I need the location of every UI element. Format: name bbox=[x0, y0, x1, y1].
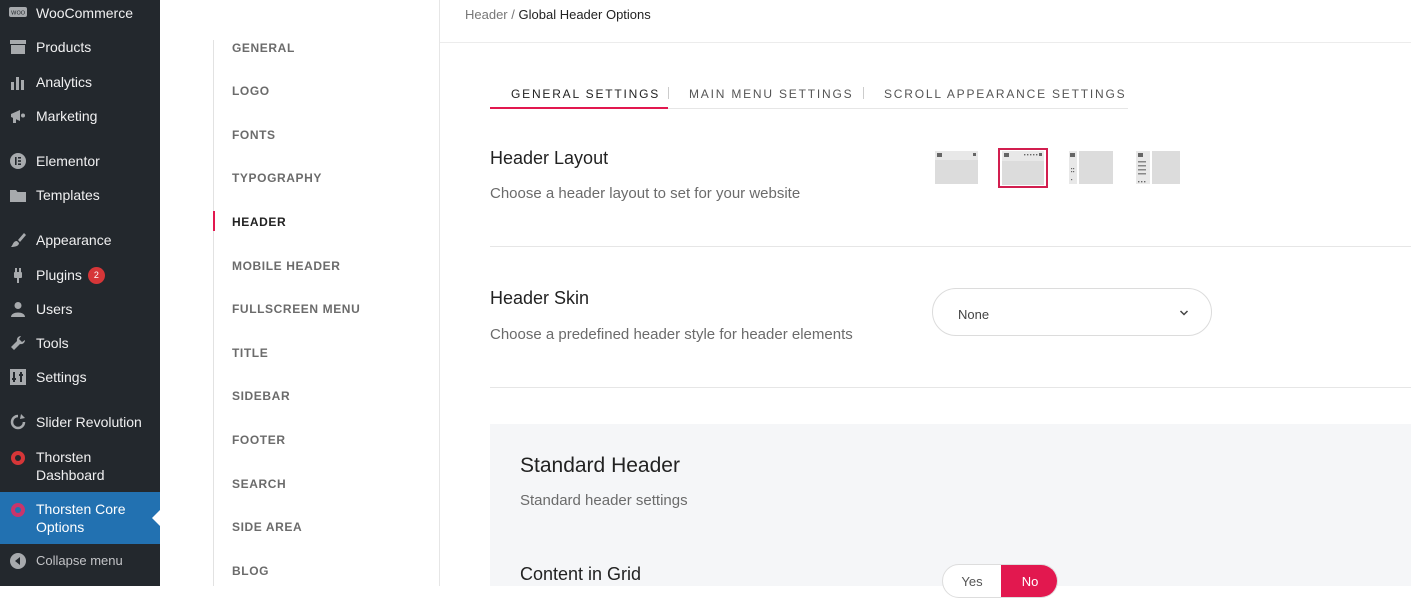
thorsten-icon bbox=[9, 501, 27, 519]
menu-item-woocommerce[interactable]: WOO WooCommerce bbox=[0, 4, 160, 22]
breadcrumb-separator: / bbox=[511, 7, 515, 22]
header-skin-value: None bbox=[958, 307, 990, 322]
nav-item-mobile-header[interactable]: MOBILE HEADER bbox=[232, 259, 340, 273]
tab-general-settings[interactable]: GENERAL SETTINGS bbox=[511, 87, 660, 101]
layout-option-standard[interactable] bbox=[933, 148, 983, 188]
menu-item-marketing[interactable]: Marketing bbox=[0, 107, 160, 125]
wrench-icon bbox=[9, 334, 27, 352]
nav-item-fullscreen-menu[interactable]: FULLSCREEN MENU bbox=[232, 302, 360, 316]
tab-scroll-appearance-settings[interactable]: SCROLL APPEARANCE SETTINGS bbox=[884, 87, 1126, 101]
breadcrumb: Header / Global Header Options bbox=[465, 7, 651, 22]
elementor-icon bbox=[9, 152, 27, 170]
refresh-icon bbox=[9, 413, 27, 431]
user-icon bbox=[9, 300, 27, 318]
breadcrumb-parent[interactable]: Header bbox=[465, 7, 508, 22]
menu-item-users[interactable]: Users bbox=[0, 300, 160, 318]
content-in-grid-label: Content in Grid bbox=[520, 564, 642, 584]
nav-item-fonts[interactable]: FONTS bbox=[232, 128, 276, 142]
nav-item-blog[interactable]: BLOG bbox=[232, 564, 269, 578]
settings-tabs: GENERAL SETTINGS MAIN MENU SETTINGS SCRO… bbox=[490, 84, 1128, 109]
main-content: Header / Global Header Options GENERAL S… bbox=[440, 0, 1411, 598]
standard-header-title: Standard Header bbox=[520, 454, 680, 477]
active-tab-underline bbox=[490, 107, 668, 109]
menu-item-thorsten-core-options[interactable]: Thorsten Core Options bbox=[0, 492, 160, 544]
options-nav: GENERAL LOGO FONTS TYPOGRAPHY HEADER MOB… bbox=[160, 0, 440, 586]
menu-item-products[interactable]: Products bbox=[0, 38, 160, 56]
menu-item-elementor[interactable]: Elementor bbox=[0, 152, 160, 170]
menu-item-settings[interactable]: Settings bbox=[0, 368, 160, 386]
menu-item-appearance[interactable]: Appearance bbox=[0, 231, 160, 249]
woo-icon: WOO bbox=[9, 4, 27, 22]
nav-item-search[interactable]: SEARCH bbox=[232, 477, 286, 491]
marketing-icon bbox=[9, 107, 27, 125]
header-skin-select[interactable]: None bbox=[932, 288, 1212, 336]
nav-item-footer[interactable]: FOOTER bbox=[232, 433, 286, 447]
collapse-menu-button[interactable]: Collapse menu bbox=[0, 552, 160, 570]
nav-item-header[interactable]: HEADER bbox=[232, 215, 286, 229]
thorsten-icon bbox=[9, 449, 27, 467]
toggle-yes-option[interactable]: Yes bbox=[943, 565, 1001, 597]
layout-option-divided[interactable] bbox=[998, 148, 1048, 188]
plugin-icon bbox=[9, 266, 27, 284]
nav-item-title[interactable]: TITLE bbox=[232, 346, 268, 360]
nav-item-side-area[interactable]: SIDE AREA bbox=[232, 520, 302, 534]
toggle-no-option[interactable]: No bbox=[1001, 565, 1057, 597]
layout-option-vertical-menu[interactable] bbox=[1134, 148, 1184, 188]
svg-text:WOO: WOO bbox=[11, 11, 26, 17]
plugins-label: Plugins bbox=[36, 266, 82, 283]
menu-item-templates[interactable]: Templates bbox=[0, 186, 160, 204]
header-layout-description: Choose a header layout to set for your w… bbox=[490, 185, 801, 202]
menu-item-slider-revolution[interactable]: Slider Revolution bbox=[0, 413, 160, 431]
nav-divider bbox=[213, 40, 214, 586]
analytics-icon bbox=[9, 73, 27, 91]
menu-item-plugins[interactable]: Plugins 2 bbox=[0, 266, 160, 285]
standard-header-panel: Standard Header Standard header settings… bbox=[490, 424, 1411, 598]
nav-item-general[interactable]: GENERAL bbox=[232, 41, 295, 55]
settings-icon bbox=[9, 368, 27, 386]
folder-icon bbox=[9, 186, 27, 204]
tab-separator bbox=[863, 87, 864, 99]
nav-item-sidebar[interactable]: SIDEBAR bbox=[232, 389, 290, 403]
header-skin-title: Header Skin bbox=[490, 288, 590, 308]
header-layout-title: Header Layout bbox=[490, 148, 609, 168]
admin-sidebar: WOO WooCommerce Products Analytics Marke… bbox=[0, 0, 160, 586]
chevron-down-icon bbox=[1179, 305, 1189, 320]
collapse-icon bbox=[9, 552, 27, 570]
tab-main-menu-settings[interactable]: MAIN MENU SETTINGS bbox=[689, 87, 853, 101]
section-divider bbox=[490, 387, 1411, 388]
standard-header-description: Standard header settings bbox=[520, 492, 688, 509]
tab-separator bbox=[668, 87, 669, 99]
header-skin-description: Choose a predefined header style for hea… bbox=[490, 326, 853, 343]
products-icon bbox=[9, 38, 27, 56]
nav-item-typography[interactable]: TYPOGRAPHY bbox=[232, 171, 322, 185]
layout-option-vertical-left[interactable] bbox=[1067, 148, 1117, 188]
brush-icon bbox=[9, 231, 27, 249]
active-nav-marker bbox=[213, 211, 215, 231]
top-divider bbox=[440, 42, 1411, 43]
menu-item-thorsten-dashboard[interactable]: Thorsten Dashboard bbox=[0, 448, 160, 484]
breadcrumb-current: Global Header Options bbox=[518, 7, 651, 22]
content-in-grid-toggle: Yes No bbox=[942, 564, 1058, 598]
nav-item-logo[interactable]: LOGO bbox=[232, 84, 270, 98]
menu-item-tools[interactable]: Tools bbox=[0, 334, 160, 352]
section-divider bbox=[490, 246, 1411, 247]
active-arrow bbox=[152, 510, 160, 526]
menu-item-analytics[interactable]: Analytics bbox=[0, 73, 160, 91]
update-count-badge: 2 bbox=[87, 267, 105, 285]
